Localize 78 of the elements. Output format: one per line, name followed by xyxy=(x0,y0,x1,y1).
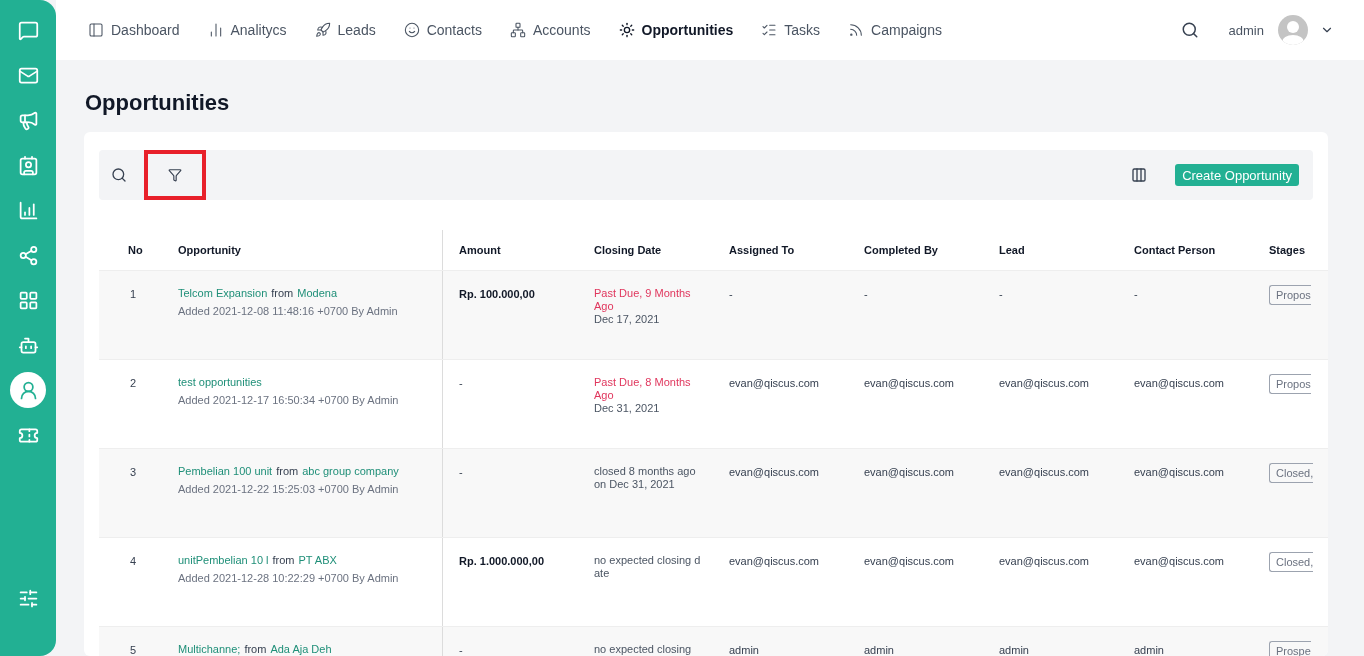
closing-date-text: no expected closing xyxy=(594,643,693,656)
opportunity-link[interactable]: Telcom Expansion xyxy=(178,287,268,299)
contact-text: evan@qiscus.com xyxy=(1134,376,1225,390)
nav-tab[interactable]: Contacts xyxy=(403,22,482,38)
nav-tab[interactable]: Dashboard xyxy=(88,22,180,38)
nav-tab[interactable]: Analitycs xyxy=(207,22,287,38)
nav-tab[interactable]: Campaigns xyxy=(848,22,942,38)
amount-text: Rp. 1.000.000,00 xyxy=(459,554,544,568)
lead-text: evan@qiscus.com xyxy=(999,465,1090,479)
added-info: Added 2021-12-28 10:22:29 +0700 By Admin xyxy=(178,572,399,584)
added-info: Added 2021-12-22 15:25:03 +0700 By Admin xyxy=(178,483,399,495)
completed-by-text: - xyxy=(864,287,868,301)
row-number: 5 xyxy=(130,643,137,656)
opportunity-link[interactable]: unitPembelian 10 l xyxy=(178,554,269,566)
closing-date-text: Dec 17, 2021 xyxy=(594,313,661,326)
connector-text: from xyxy=(271,287,294,299)
contact-text: evan@qiscus.com xyxy=(1134,554,1225,568)
stage-badge: Closed, xyxy=(1269,463,1314,483)
overdue-text: Past Due, 9 Months Ago xyxy=(594,287,692,313)
lead-text: admin xyxy=(999,643,1029,656)
stage-badge: Propos xyxy=(1269,374,1311,394)
completed-by-text: admin xyxy=(864,643,894,656)
added-info: Added 2021-12-17 16:50:34 +0700 By Admin xyxy=(178,394,399,406)
column-header: Closing Date xyxy=(593,243,663,258)
opportunity-link[interactable]: Ada Aja Deh xyxy=(270,643,332,655)
row-number: 4 xyxy=(130,554,137,568)
connector-text: from xyxy=(272,554,295,566)
stage-badge: Propos xyxy=(1269,285,1311,305)
completed-by-text: evan@qiscus.com xyxy=(864,376,955,390)
amount-text: Rp. 100.000,00 xyxy=(459,287,535,301)
closing-date-text: no expected closing date xyxy=(594,554,702,580)
opportunity-link[interactable]: PT ABX xyxy=(298,554,337,566)
column-header: Stages xyxy=(1268,243,1307,258)
user-name: admin xyxy=(1228,22,1264,38)
overdue-text: Past Due, 8 Months Ago xyxy=(594,376,692,402)
assignee-text: admin xyxy=(729,643,759,656)
lead-text: evan@qiscus.com xyxy=(999,376,1090,390)
row-number: 1 xyxy=(130,287,137,301)
page-title: Opportunities xyxy=(85,90,231,116)
nav-tab[interactable]: Accounts xyxy=(509,22,591,38)
amount-text: - xyxy=(459,376,463,390)
column-header: Assigned To xyxy=(728,243,796,258)
contact-text: - xyxy=(1134,287,1138,301)
contact-text: admin xyxy=(1134,643,1164,656)
column-header: No xyxy=(127,243,144,258)
row-number: 3 xyxy=(130,465,137,479)
nav-tab[interactable]: Opportunities xyxy=(618,22,734,38)
lead-text: evan@qiscus.com xyxy=(999,554,1090,568)
nav-tab[interactable]: Tasks xyxy=(761,22,821,38)
column-header: Amount xyxy=(458,243,502,258)
opportunity-link[interactable]: Pembelian 100 unit xyxy=(178,465,273,477)
opportunity-link[interactable]: Multichanne; xyxy=(178,643,241,655)
nav-tab[interactable]: Leads xyxy=(314,22,376,38)
opportunity-link[interactable]: Modena xyxy=(297,287,338,299)
lead-text: - xyxy=(999,287,1003,301)
create-opportunity-button[interactable]: Create Opportunity xyxy=(1175,164,1299,186)
amount-text: - xyxy=(459,643,463,656)
closing-date-text: Dec 31, 2021 xyxy=(594,402,661,415)
connector-text: from xyxy=(244,643,267,655)
row-number: 2 xyxy=(130,376,137,390)
contact-text: evan@qiscus.com xyxy=(1134,465,1225,479)
column-header: Contact Person xyxy=(1133,243,1217,258)
assignee-text: evan@qiscus.com xyxy=(729,465,820,479)
column-header: Opportunity xyxy=(178,230,443,270)
column-header: Lead xyxy=(998,243,1026,258)
assignee-text: evan@qiscus.com xyxy=(729,554,820,568)
closing-date-text: closed 8 months ago on Dec 31, 2021 xyxy=(594,465,697,491)
completed-by-text: evan@qiscus.com xyxy=(864,465,955,479)
opportunity-link[interactable]: test opportunities xyxy=(178,376,262,388)
assignee-text: evan@qiscus.com xyxy=(729,376,820,390)
added-info: Added 2021-12-08 11:48:16 +0700 By Admin xyxy=(178,305,398,317)
amount-text: - xyxy=(459,465,463,479)
stage-badge: Closed, xyxy=(1269,552,1314,572)
column-header: Completed By xyxy=(863,243,939,258)
completed-by-text: evan@qiscus.com xyxy=(864,554,955,568)
connector-text: from xyxy=(276,465,299,477)
opportunity-link[interactable]: abc group company xyxy=(302,465,399,477)
assignee-text: - xyxy=(729,287,733,301)
